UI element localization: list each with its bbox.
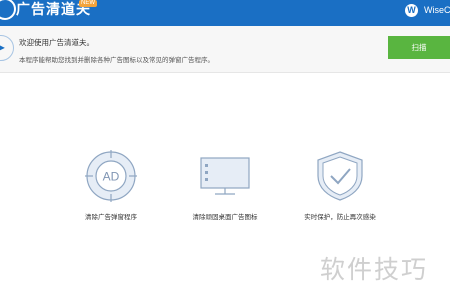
welcome-description: 本程序能帮助您找到并删除各种广告图标以及常见的弹窗广告程序。 (19, 57, 214, 64)
scan-button[interactable]: 扫描 (388, 36, 450, 59)
feature-label: 实时保护，防止再次感染 (304, 214, 376, 221)
new-badge: NEW (79, 0, 97, 7)
feature-remove-popups: AD 清除广告弹窗程序 (61, 150, 161, 221)
welcome-heading: 欢迎使用广告清道夫。 (19, 38, 94, 47)
welcome-icon: ► (0, 35, 14, 61)
watermark: 软件技巧 (320, 256, 429, 284)
feature-label: 清除广告弹窗程序 (85, 214, 137, 221)
feature-remove-desktop-icons: 清除顽固桌面广告图标 (175, 150, 275, 221)
shield-check-icon (317, 151, 363, 201)
wisecleaner-logo-icon: W (405, 4, 418, 17)
feature-label: 清除顽固桌面广告图标 (192, 214, 258, 221)
brand-name[interactable]: WiseCle (424, 5, 450, 15)
monitor-icon (200, 157, 250, 195)
feature-realtime-protection: 实时保护，防止再次感染 (290, 150, 390, 221)
ad-target-icon: AD (85, 150, 137, 202)
welcome-panel: ► 欢迎使用广告清道夫。 本程序能帮助您找到并删除各种广告图标以及常见的弹窗广告… (0, 26, 450, 73)
app-logo-icon (0, 0, 16, 20)
title-bar: 广告清道夫 NEW W WiseCle (0, 0, 450, 26)
ad-icon-text: AD (103, 170, 120, 184)
